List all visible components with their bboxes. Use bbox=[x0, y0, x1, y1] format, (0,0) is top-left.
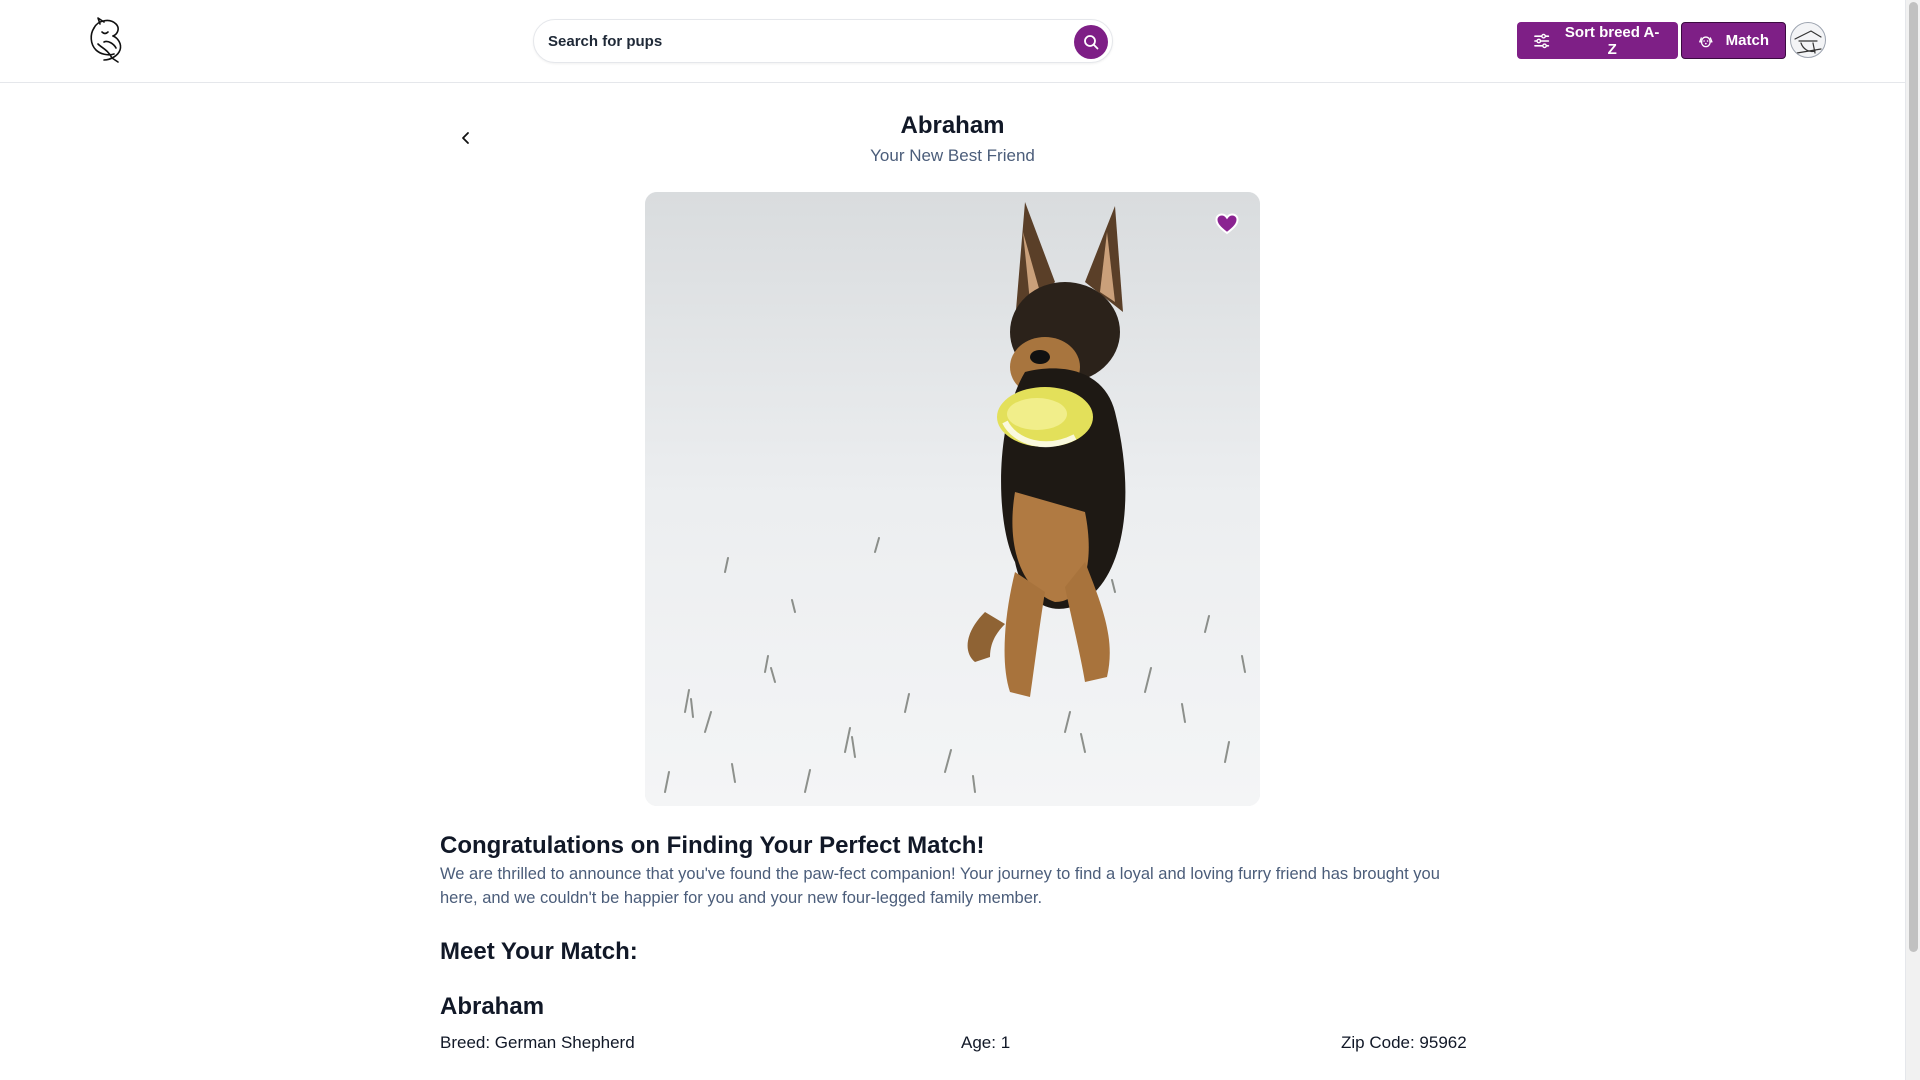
match-dog-name: Abraham bbox=[440, 993, 545, 1020]
search-input[interactable] bbox=[548, 20, 1048, 62]
congrats-heading: Congratulations on Finding Your Perfect … bbox=[440, 832, 985, 859]
top-navbar: Sort breed A-Z Match bbox=[0, 0, 1905, 83]
scrollbar-thumb[interactable] bbox=[1909, 2, 1918, 952]
meet-your-match-heading: Meet Your Match: bbox=[440, 938, 638, 965]
dog-age: Age: 1 bbox=[961, 1033, 1011, 1052]
search-bar bbox=[533, 19, 1113, 63]
dog-breed: Breed: German Shepherd bbox=[440, 1033, 635, 1052]
dog-subtitle: Your New Best Friend bbox=[870, 146, 1035, 165]
congrats-body: We are thrilled to announce that you've … bbox=[440, 865, 1440, 907]
heart-icon bbox=[1215, 213, 1239, 235]
page: Sort breed A-Z Match bbox=[0, 0, 1920, 1080]
avatar-sketch-icon bbox=[1794, 30, 1822, 54]
dog-zip-code: Zip Code: 95962 bbox=[1341, 1033, 1467, 1052]
dog-photo-image bbox=[645, 192, 1260, 806]
sort-button-label: Sort breed A-Z bbox=[1564, 23, 1660, 58]
search-button[interactable] bbox=[1074, 25, 1108, 59]
dog-photo bbox=[645, 192, 1260, 806]
search-icon bbox=[1084, 35, 1099, 50]
match-button-label: Match bbox=[1725, 32, 1769, 49]
dog-face-icon bbox=[1699, 35, 1713, 47]
page-scrollbar[interactable] bbox=[1905, 0, 1920, 1080]
sort-breed-button[interactable]: Sort breed A-Z bbox=[1517, 22, 1678, 59]
user-avatar[interactable] bbox=[1790, 22, 1826, 58]
sliders-icon bbox=[1534, 33, 1550, 48]
dog-logo-icon[interactable] bbox=[80, 14, 132, 66]
dog-name-title: Abraham bbox=[900, 112, 1005, 139]
match-button[interactable]: Match bbox=[1681, 22, 1786, 59]
favorite-button[interactable] bbox=[1213, 210, 1241, 238]
